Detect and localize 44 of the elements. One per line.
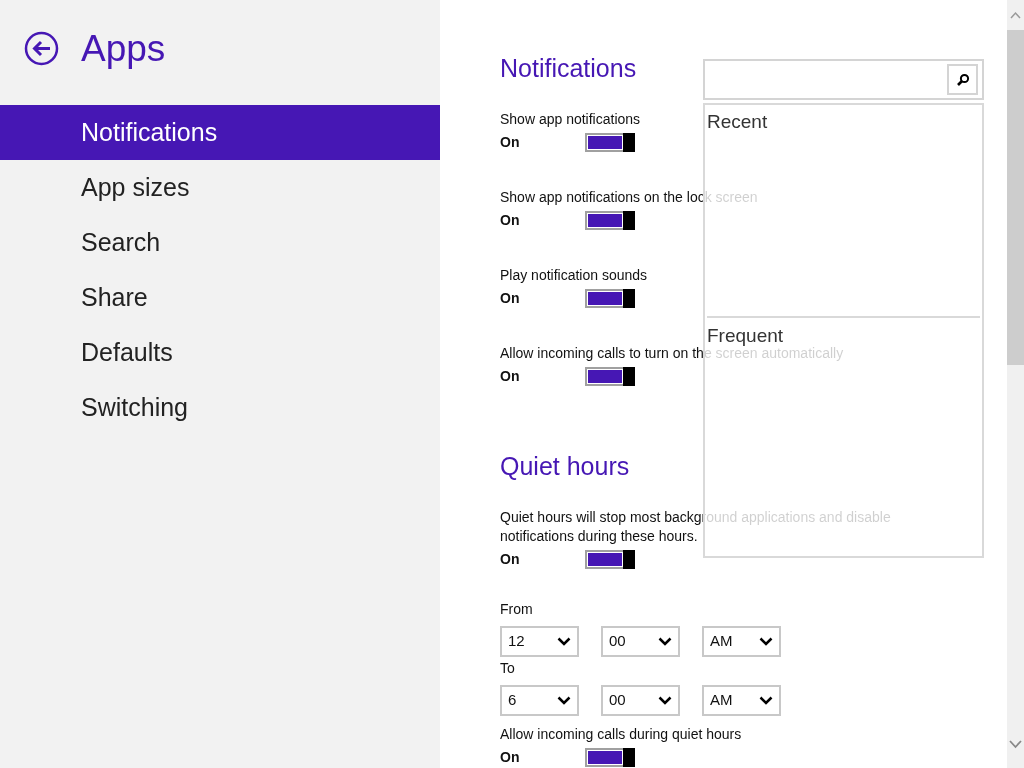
field-label: From	[500, 600, 534, 619]
chevron-down-icon	[759, 696, 773, 705]
time-dropdown[interactable]: 12	[500, 626, 579, 657]
toggle-switch[interactable]	[585, 549, 635, 569]
setting-label: Allow incoming calls during quiet hours	[500, 725, 742, 744]
toggle-state-text: On	[500, 747, 521, 767]
search-icon	[955, 72, 970, 87]
section-title: Quiet hours	[500, 451, 630, 482]
chevron-down-icon	[557, 696, 571, 705]
time-dropdown[interactable]: 6	[500, 685, 579, 716]
search-field[interactable]	[703, 59, 984, 100]
section-title: Notifications	[500, 53, 637, 84]
chevron-down-icon	[759, 637, 773, 646]
nav-item[interactable]: Notifications	[0, 105, 440, 160]
toggle-switch[interactable]	[585, 132, 635, 152]
field-label: To	[500, 659, 516, 678]
chevron-down-icon	[557, 637, 571, 646]
nav-item[interactable]: Switching	[0, 380, 440, 435]
page-title: Apps	[81, 30, 166, 67]
time-dropdown[interactable]: 00	[601, 685, 680, 716]
search-button[interactable]	[947, 64, 978, 95]
time-dropdown[interactable]: AM	[702, 685, 781, 716]
setting-label: Play notification sounds	[500, 266, 648, 285]
setting-label: Show app notifications	[500, 110, 641, 129]
toggle-state-text: On	[500, 132, 521, 152]
toggle-state-text: On	[500, 288, 521, 308]
section-heading: Frequent	[707, 325, 784, 346]
nav-item[interactable]: App sizes	[0, 160, 440, 215]
chevron-down-icon	[658, 637, 672, 646]
toggle-switch[interactable]	[585, 366, 635, 386]
nav-item[interactable]: Share	[0, 270, 440, 325]
nav-item[interactable]: Defaults	[0, 325, 440, 380]
toggle-state-text: On	[500, 366, 521, 386]
toggle-switch[interactable]	[585, 288, 635, 308]
time-dropdown[interactable]: AM	[702, 626, 781, 657]
time-dropdown[interactable]: 00	[601, 626, 680, 657]
toggle-switch[interactable]	[585, 747, 635, 767]
toggle-state-text: On	[500, 549, 521, 569]
toggle-state-text: On	[500, 210, 521, 230]
toggle-switch[interactable]	[585, 210, 635, 230]
chevron-down-icon	[658, 696, 672, 705]
scrollbar-thumb[interactable]	[1007, 30, 1024, 365]
nav-item[interactable]: Search	[0, 215, 440, 270]
section-heading: Recent	[707, 111, 768, 132]
